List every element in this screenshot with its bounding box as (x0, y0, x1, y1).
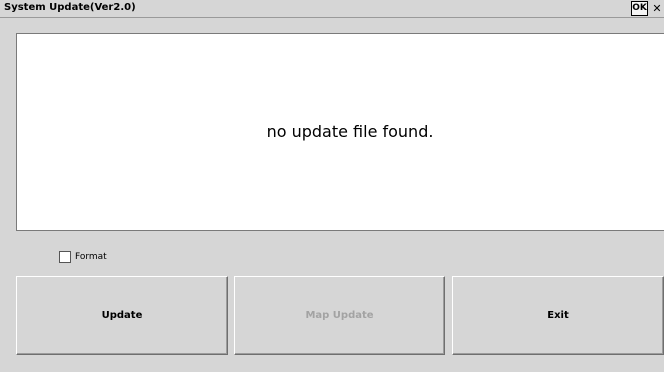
status-message: no update file found. (266, 122, 434, 141)
map-update-button[interactable]: Map Update (234, 276, 445, 355)
message-panel: no update file found. (16, 33, 664, 231)
ok-button[interactable]: OK (631, 1, 648, 16)
format-checkbox[interactable] (59, 251, 71, 263)
system-update-window: System Update(Ver2.0) OK ✕ no update fil… (0, 0, 664, 372)
close-icon[interactable]: ✕ (650, 1, 664, 16)
title-bar: System Update(Ver2.0) OK ✕ (0, 0, 664, 18)
exit-button[interactable]: Exit (452, 276, 664, 355)
update-button[interactable]: Update (16, 276, 228, 355)
format-label[interactable]: Format (75, 251, 107, 263)
window-title: System Update(Ver2.0) (4, 2, 136, 13)
